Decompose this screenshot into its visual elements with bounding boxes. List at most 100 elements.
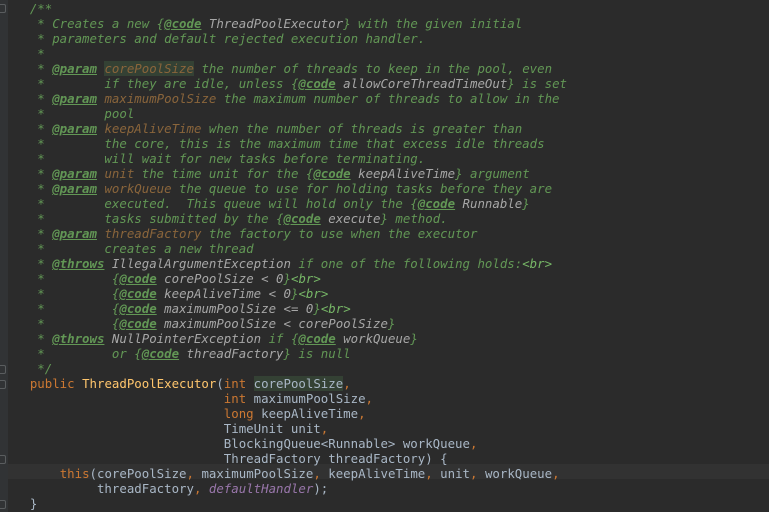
code-token: public <box>29 376 83 391</box>
code-token: { <box>134 346 142 361</box>
code-line[interactable]: * pool <box>0 106 134 121</box>
code-token: , <box>186 466 202 481</box>
code-editor[interactable]: /** * Creates a new {@code ThreadPoolExe… <box>0 0 769 512</box>
code-token: * executed. This queue will hold only th… <box>0 196 411 211</box>
code-token: { <box>156 16 165 31</box>
code-token: maximumPoolSize <box>253 391 366 406</box>
code-line[interactable]: } <box>0 496 37 511</box>
code-token: @code <box>313 166 351 181</box>
code-token: @param <box>52 91 97 106</box>
code-token: * <box>0 331 53 346</box>
code-line[interactable]: * creates a new thread <box>0 241 254 256</box>
code-line[interactable]: * {@code maximumPoolSize <= 0}<br> <box>0 301 351 316</box>
code-line[interactable]: * tasks submitted by the {@code execute}… <box>0 211 448 226</box>
code-token: * will wait for new tasks before termina… <box>0 151 426 166</box>
code-line[interactable]: /** <box>0 1 52 16</box>
code-line[interactable]: BlockingQueue<Runnable> workQueue, <box>0 436 478 451</box>
code-token: execute <box>320 211 381 226</box>
code-token: , <box>343 376 351 391</box>
code-token: defaultHandler <box>208 481 314 496</box>
code-token: } <box>283 271 291 286</box>
code-token: } <box>313 301 321 316</box>
code-line[interactable]: long keepAliveTime, <box>0 406 366 421</box>
code-line[interactable]: * @param threadFactory the factory to us… <box>0 226 477 241</box>
code-token: @code <box>119 271 157 286</box>
code-token: the number of threads to keep in the poo… <box>193 61 553 76</box>
code-token: , <box>313 466 329 481</box>
code-token: <br> <box>298 286 329 301</box>
code-line[interactable]: * {@code corePoolSize < 0}<br> <box>0 271 321 286</box>
code-token: unit <box>104 166 135 181</box>
code-token: /** <box>0 1 53 16</box>
code-token: corePoolSize < 0 <box>156 271 284 286</box>
code-line[interactable]: * the core, this is the maximum time tha… <box>0 136 544 151</box>
code-token: threadFactory <box>0 481 194 496</box>
code-token: } <box>283 346 291 361</box>
code-line[interactable]: * Creates a new {@code ThreadPoolExecuto… <box>0 16 522 31</box>
code-line[interactable]: * @param maximumPoolSize the maximum num… <box>0 91 559 106</box>
code-line[interactable]: * parameters and default rejected execut… <box>0 31 425 46</box>
code-token: } <box>0 496 38 511</box>
code-token: , <box>320 421 329 436</box>
code-token: * <box>0 271 112 286</box>
code-token: <br> <box>290 271 321 286</box>
code-line[interactable]: this(corePoolSize, maximumPoolSize, keep… <box>0 466 560 481</box>
code-line[interactable]: * {@code maximumPoolSize < corePoolSize} <box>0 316 395 331</box>
code-token: , <box>193 481 209 496</box>
code-line[interactable]: * will wait for new tasks before termina… <box>0 151 425 166</box>
code-line[interactable]: */ <box>0 361 52 376</box>
code-line[interactable]: TimeUnit unit, <box>0 421 328 436</box>
code-line[interactable]: * <box>0 46 44 61</box>
code-line[interactable]: * if they are idle, unless {@code allowC… <box>0 76 567 91</box>
code-token: @throws <box>52 256 105 271</box>
code-token: } <box>387 316 396 331</box>
code-token: ThreadFactory threadFactory) { <box>0 451 448 466</box>
code-token: * creates a new thread <box>0 241 254 256</box>
code-token: BlockingQueue<Runnable> workQueue <box>0 436 470 451</box>
code-token: with the given initial <box>350 16 523 31</box>
code-token: @code <box>141 346 180 361</box>
code-token: ThreadPoolExecutor <box>201 16 344 31</box>
code-line[interactable]: int maximumPoolSize, <box>0 391 373 406</box>
code-token: , <box>358 406 366 421</box>
code-token: the time unit for the <box>134 166 306 181</box>
code-line[interactable]: ThreadFactory threadFactory) { <box>0 451 448 466</box>
code-token: , <box>552 466 560 481</box>
code-token: method. <box>387 211 448 226</box>
code-line[interactable]: threadFactory, defaultHandler); <box>0 481 328 496</box>
code-line[interactable]: public ThreadPoolExecutor(int corePoolSi… <box>0 376 351 391</box>
code-token: keepAliveTime <box>104 121 202 136</box>
code-line[interactable]: * @param keepAliveTime when the number o… <box>0 121 522 136</box>
code-token: , <box>425 466 441 481</box>
code-token: int <box>223 376 254 391</box>
code-token: * tasks submitted by the <box>0 211 277 226</box>
code-token: * <box>0 166 53 181</box>
code-token: @param <box>52 61 97 76</box>
code-line[interactable]: * @throws NullPointerException if {@code… <box>0 331 418 346</box>
code-token: @code <box>417 196 456 211</box>
code-token: } <box>507 76 515 91</box>
code-token: TimeUnit unit <box>0 421 321 436</box>
code-token: the factory to use when the executor <box>201 226 478 241</box>
code-line[interactable]: * @param corePoolSize the number of thre… <box>0 61 552 76</box>
code-token: * <box>0 301 112 316</box>
code-line[interactable]: * {@code keepAliveTime < 0}<br> <box>0 286 328 301</box>
code-token: * <box>0 91 53 106</box>
code-token: argument <box>462 166 530 181</box>
code-token: */ <box>0 361 53 376</box>
code-line[interactable]: * @throws IllegalArgumentException if on… <box>0 256 552 271</box>
code-token: <br> <box>320 301 351 316</box>
code-line[interactable]: * executed. This queue will hold only th… <box>0 196 529 211</box>
code-token: allowCoreThreadTimeOut <box>335 76 508 91</box>
code-token: maximumPoolSize <= 0 <box>156 301 314 316</box>
code-token: , <box>365 391 374 406</box>
code-token: * <box>0 61 53 76</box>
code-line[interactable]: * or {@code threadFactory} is null <box>0 346 350 361</box>
code-token: keepAliveTime < 0 <box>156 286 291 301</box>
code-token: * <box>0 256 53 271</box>
code-line[interactable]: * @param workQueue the queue to use for … <box>0 181 552 196</box>
code-line[interactable]: * @param unit the time unit for the {@co… <box>0 166 530 181</box>
